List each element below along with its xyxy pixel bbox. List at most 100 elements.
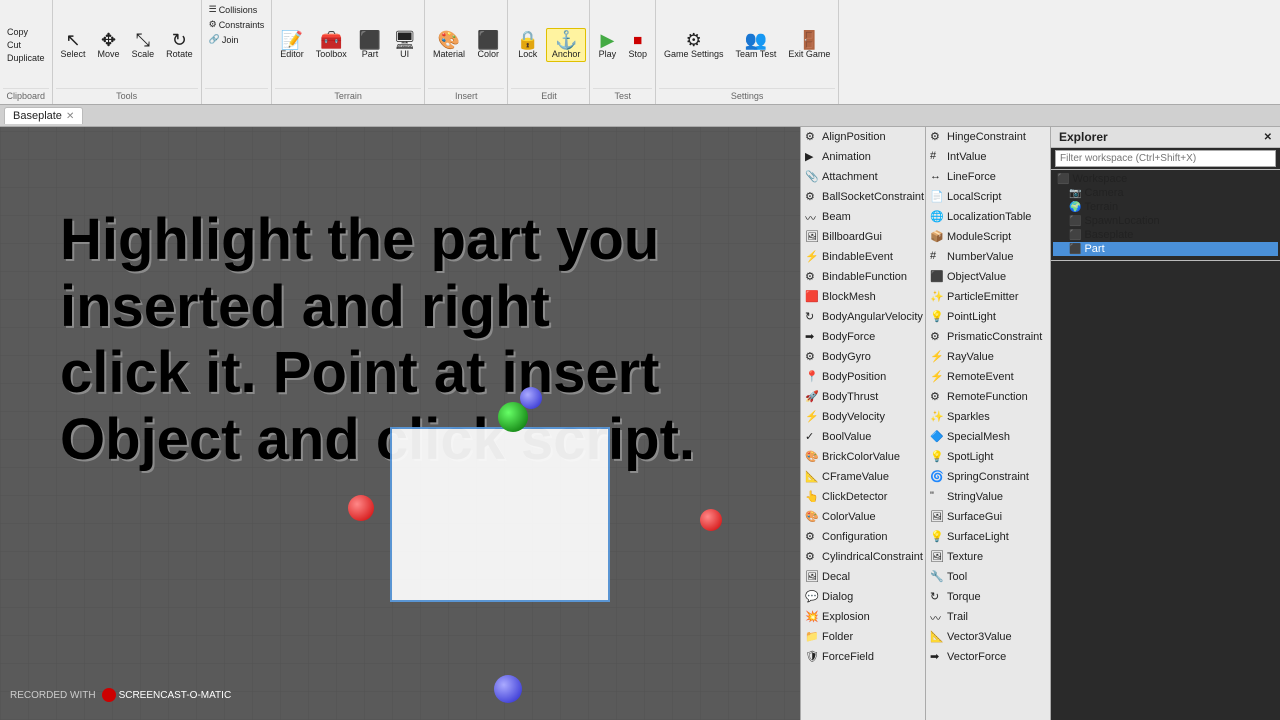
part-button[interactable]: ⬛ Part xyxy=(354,29,386,61)
insert-item[interactable]: 🌀SpringConstraint xyxy=(926,467,1050,487)
scale-button[interactable]: ⤡ Scale xyxy=(127,29,160,61)
insert-item[interactable]: 🎨ColorValue xyxy=(801,507,925,527)
insert-item[interactable]: 🖼Texture xyxy=(926,547,1050,567)
insert-item[interactable]: 📐CFrameValue xyxy=(801,467,925,487)
insert-item[interactable]: 📦ModuleScript xyxy=(926,227,1050,247)
team-test-button[interactable]: 👥 Team Test xyxy=(730,29,781,61)
insert-item[interactable]: 💥Explosion xyxy=(801,607,925,627)
insert-item[interactable]: 🛡ForceField xyxy=(801,647,925,667)
insert-item-label: ParticleEmitter xyxy=(947,291,1019,303)
join-button[interactable]: 🔗 Join xyxy=(205,33,243,46)
insert-panel[interactable]: ⚙AlignPosition▶Animation📎Attachment⚙Ball… xyxy=(800,127,925,720)
editor-button[interactable]: 📝 Editor xyxy=(275,29,309,61)
insert-item[interactable]: ⚙Configuration xyxy=(801,527,925,547)
insert-item[interactable]: ⚡RemoteEvent xyxy=(926,367,1050,387)
material-button[interactable]: 🎨 Material xyxy=(428,29,470,61)
insert-item[interactable]: 📐Vector3Value xyxy=(926,627,1050,647)
insert-item[interactable]: ⚙AlignPosition xyxy=(801,127,925,147)
insert-icon: ⚙ xyxy=(805,530,819,544)
exit-game-button[interactable]: 🚪 Exit Game xyxy=(783,29,835,61)
tree-item[interactable]: ⬛Baseplate xyxy=(1053,228,1278,242)
insert-item[interactable]: 👆ClickDetector xyxy=(801,487,925,507)
insert-item[interactable]: ⚡BindableEvent xyxy=(801,247,925,267)
move-button[interactable]: ✥ Move xyxy=(93,29,125,61)
insert-item[interactable]: 🖼Decal xyxy=(801,567,925,587)
insert-item[interactable]: #IntValue xyxy=(926,147,1050,167)
insert-item[interactable]: ➡BodyForce xyxy=(801,327,925,347)
baseplate-tab[interactable]: Baseplate ✕ xyxy=(4,107,83,124)
settings-label: Settings xyxy=(659,88,835,101)
insert-item[interactable]: 🖼BillboardGui xyxy=(801,227,925,247)
insert-item-label: Decal xyxy=(822,571,850,583)
tab-close-icon[interactable]: ✕ xyxy=(66,111,74,122)
insert-item[interactable]: ⚡RayValue xyxy=(926,347,1050,367)
insert-item[interactable]: 💡SpotLight xyxy=(926,447,1050,467)
tree-item[interactable]: ⬛Workspace xyxy=(1053,172,1278,186)
tree-item[interactable]: ⬛SpawnLocation xyxy=(1053,214,1278,228)
insert-item-label: Animation xyxy=(822,151,871,163)
insert-item[interactable]: ▶Animation xyxy=(801,147,925,167)
insert-item[interactable]: 🎨BrickColorValue xyxy=(801,447,925,467)
insert-item[interactable]: ⚙BindableFunction xyxy=(801,267,925,287)
insert-item[interactable]: 🖼SurfaceGui xyxy=(926,507,1050,527)
explorer-search-input[interactable] xyxy=(1055,150,1276,167)
toolbox-button[interactable]: 🧰 Toolbox xyxy=(311,29,352,61)
game-settings-button[interactable]: ⚙ Game Settings xyxy=(659,29,729,61)
anchor-button[interactable]: ⚓ Anchor xyxy=(546,28,587,62)
insert-item[interactable]: 📍BodyPosition xyxy=(801,367,925,387)
right-panel: Explorer ✕ ⬛Workspace📷Camera🌍Terrain⬛Spa… xyxy=(1050,127,1280,720)
explorer-close-icon[interactable]: ✕ xyxy=(1264,132,1272,143)
insert-item[interactable]: ✨Sparkles xyxy=(926,407,1050,427)
insert-item[interactable]: 🔧Tool xyxy=(926,567,1050,587)
duplicate-button[interactable]: Duplicate xyxy=(3,52,49,64)
insert-item[interactable]: ⚙PrismaticConstraint xyxy=(926,327,1050,347)
insert-item[interactable]: 🟥BlockMesh xyxy=(801,287,925,307)
color-button[interactable]: ⬛ Color xyxy=(472,29,504,61)
rotate-button[interactable]: ↻ Rotate xyxy=(161,29,198,61)
tree-item[interactable]: 📷Camera xyxy=(1053,186,1278,200)
insert-item[interactable]: 〰Trail xyxy=(926,607,1050,627)
insert-item-label: BodyForce xyxy=(822,331,875,343)
insert-item[interactable]: 📁Folder xyxy=(801,627,925,647)
insert-item[interactable]: 🔷SpecialMesh xyxy=(926,427,1050,447)
insert-item[interactable]: 📄LocalScript xyxy=(926,187,1050,207)
collisions-button[interactable]: ☰ Collisions xyxy=(205,3,262,16)
insert-item[interactable]: ✨ParticleEmitter xyxy=(926,287,1050,307)
insert-item[interactable]: 〰Beam xyxy=(801,207,925,227)
insert-item[interactable]: 📎Attachment xyxy=(801,167,925,187)
insert-item[interactable]: ⚙CylindricalConstraint xyxy=(801,547,925,567)
insert-item[interactable]: #NumberValue xyxy=(926,247,1050,267)
stop-button[interactable]: ⏹ Stop xyxy=(623,29,652,61)
insert-item[interactable]: ⚡BodyVelocity xyxy=(801,407,925,427)
insert-icon: ✨ xyxy=(930,290,944,304)
tree-item[interactable]: 🌍Terrain xyxy=(1053,200,1278,214)
insert-item[interactable]: 💡PointLight xyxy=(926,307,1050,327)
lock-button[interactable]: 🔒 Lock xyxy=(511,29,543,61)
insert-item[interactable]: ⚙BodyGyro xyxy=(801,347,925,367)
select-button[interactable]: ↖ Select xyxy=(56,29,91,61)
insert-label: Insert xyxy=(428,88,504,101)
insert-item[interactable]: ➡VectorForce xyxy=(926,647,1050,667)
insert-item[interactable]: 🌐LocalizationTable xyxy=(926,207,1050,227)
insert-item[interactable]: 🚀BodyThrust xyxy=(801,387,925,407)
insert-item[interactable]: ⚙HingeConstraint xyxy=(926,127,1050,147)
constraints-button[interactable]: ⚙ Constraints xyxy=(205,18,269,31)
insert-item[interactable]: "StringValue xyxy=(926,487,1050,507)
insert-item[interactable]: ⬛ObjectValue xyxy=(926,267,1050,287)
viewport[interactable]: Highlight the part you inserted and righ… xyxy=(0,127,800,720)
insert-item[interactable]: ↻Torque xyxy=(926,587,1050,607)
insert-item[interactable]: ↻BodyAngularVelocity xyxy=(801,307,925,327)
tree-item[interactable]: ⬛Part xyxy=(1053,242,1278,256)
insert-item[interactable]: ⚙RemoteFunction xyxy=(926,387,1050,407)
copy-button[interactable]: Copy xyxy=(3,26,49,38)
insert-item[interactable]: 💬Dialog xyxy=(801,587,925,607)
screencast-logo-icon xyxy=(102,688,116,702)
insert-item[interactable]: ↔LineForce xyxy=(926,167,1050,187)
play-button[interactable]: ▶ Play xyxy=(593,29,621,61)
insert-item[interactable]: ✓BoolValue xyxy=(801,427,925,447)
insert-item[interactable]: ⚙BallSocketConstraint xyxy=(801,187,925,207)
toolbar: Copy Cut Duplicate Clipboard ↖ Select ✥ … xyxy=(0,0,1280,105)
insert-item[interactable]: 💡SurfaceLight xyxy=(926,527,1050,547)
cut-button[interactable]: Cut xyxy=(3,39,49,51)
ui-button[interactable]: 🖥 UI xyxy=(388,29,421,61)
